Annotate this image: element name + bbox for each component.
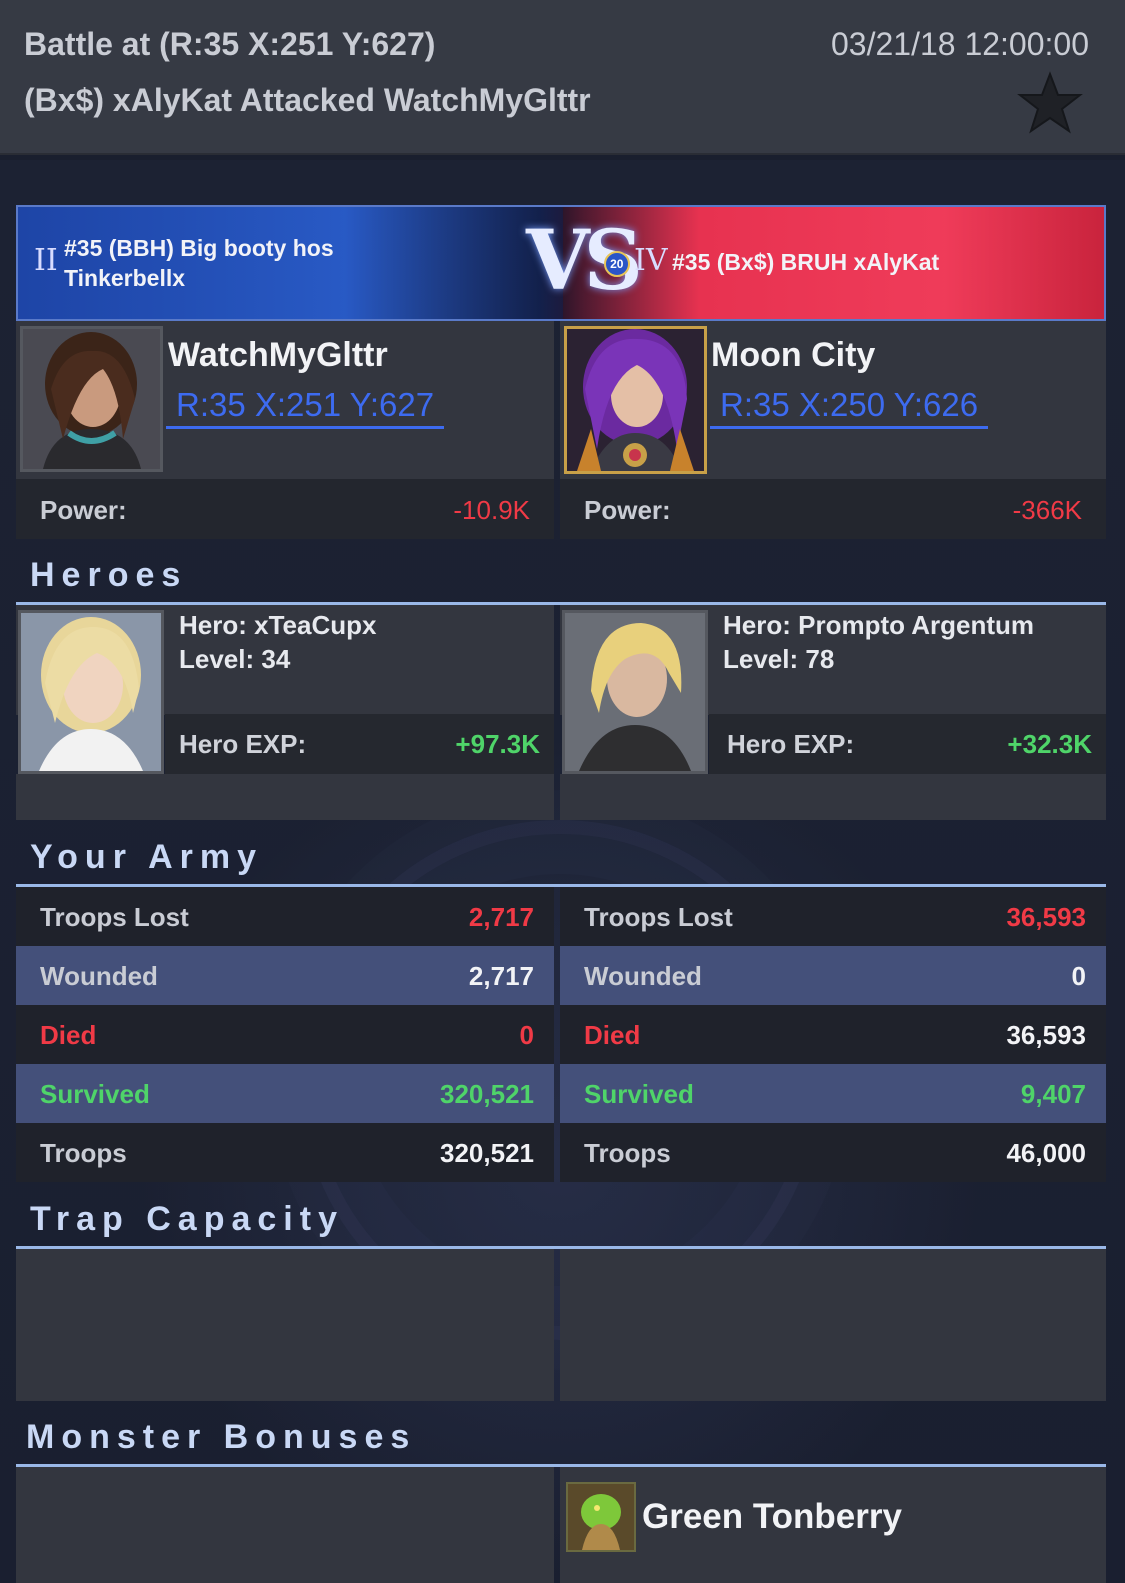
right-hero-exp-row: Hero EXP: +32.3K	[709, 714, 1106, 774]
right-troops-lost-row: Troops Lost 36,593	[560, 887, 1106, 946]
left-troops-lost-row: Troops Lost 2,717	[16, 887, 554, 946]
right-power-value: -366K	[1012, 495, 1082, 525]
left-power-row: Power: -10.9K	[16, 479, 554, 539]
left-hero-info: Hero: xTeaCupx Level: 34	[179, 608, 376, 676]
right-died-row: Died 36,593	[560, 1005, 1106, 1064]
right-troops-lost-value: 36,593	[1006, 902, 1086, 932]
left-survived-label: Survived	[40, 1079, 150, 1109]
left-troops-value: 320,521	[440, 1138, 534, 1168]
right-troops-lost-label: Troops Lost	[584, 902, 733, 932]
left-died-row: Died 0	[16, 1005, 554, 1064]
left-survived-row: Survived 320,521	[16, 1064, 554, 1123]
left-hero-name: Hero: xTeaCupx	[179, 610, 377, 640]
right-survived-row: Survived 9,407	[560, 1064, 1106, 1123]
right-player-avatar[interactable]	[564, 326, 707, 474]
left-trap-panel	[16, 1249, 554, 1401]
right-hero-exp-label: Hero EXP:	[727, 729, 855, 759]
left-survived-value: 320,521	[440, 1079, 534, 1109]
left-player-avatar[interactable]	[20, 326, 163, 472]
vip-badge-number: 20	[610, 256, 624, 271]
left-power-label: Power:	[40, 495, 127, 525]
left-wounded-row: Wounded 2,717	[16, 946, 554, 1005]
left-hero-portrait[interactable]	[18, 610, 164, 774]
green-tonberry-icon[interactable]	[566, 1482, 636, 1552]
left-power-value: -10.9K	[453, 495, 530, 525]
left-hero-exp-row: Hero EXP: +97.3K	[165, 714, 554, 774]
right-guild-info: #35 (Bx$) BRUH xAlyKat	[672, 249, 940, 275]
right-hero-name: Hero: Prompto Argentum	[723, 610, 1035, 640]
right-troops-label: Troops	[584, 1138, 671, 1168]
right-wounded-value: 0	[1071, 961, 1086, 991]
left-guild-line2: Tinkerbellx	[64, 265, 186, 291]
left-hero-level: Level: 34	[179, 644, 291, 674]
left-troops-label: Troops	[40, 1138, 127, 1168]
left-troops-lost-value: 2,717	[468, 902, 534, 932]
right-player-name: Moon City	[711, 336, 876, 374]
left-rank-numeral: II	[34, 243, 58, 278]
left-guild-info: #35 (BBH) Big booty hos Tinkerbellx	[64, 233, 334, 293]
monster-section-title: Monster Bonuses	[26, 1418, 417, 1456]
right-survived-value: 9,407	[1020, 1079, 1086, 1109]
right-trap-panel	[560, 1249, 1106, 1401]
right-died-label: Died	[584, 1020, 641, 1050]
timestamp: 03/21/18 12:00:00	[830, 26, 1089, 62]
battle-location: Battle at (R:35 X:251 Y:627)	[24, 26, 436, 62]
left-died-value: 0	[519, 1020, 534, 1050]
right-troops-value: 46,000	[1006, 1138, 1086, 1168]
right-rank-numeral: IV	[634, 243, 668, 278]
right-troops-row: Troops 46,000	[560, 1123, 1106, 1182]
left-died-label: Died	[40, 1020, 97, 1050]
left-player-coords-link[interactable]: R:35 X:251 Y:627	[166, 386, 445, 429]
battle-summary: (Bx$) xAlyKat Attacked WatchMyGlttr	[24, 82, 591, 118]
right-hero-portrait[interactable]	[562, 610, 708, 774]
star-icon[interactable]	[1017, 70, 1083, 136]
trap-section-title: Trap Capacity	[30, 1200, 344, 1238]
monster-name: Green Tonberry	[642, 1497, 902, 1536]
right-wounded-label: Wounded	[584, 961, 702, 991]
heroes-section-title: Heroes	[30, 556, 188, 594]
left-hero-exp-label: Hero EXP:	[179, 729, 307, 759]
left-guild-line1: #35 (BBH) Big booty hos	[64, 235, 334, 261]
left-wounded-value: 2,717	[468, 961, 534, 991]
right-wounded-row: Wounded 0	[560, 946, 1106, 1005]
right-hero-footer	[560, 774, 1106, 820]
right-power-label: Power:	[584, 495, 671, 525]
left-hero-footer	[16, 774, 554, 820]
right-hero-exp-value: +32.3K	[1007, 729, 1092, 759]
left-troops-row: Troops 320,521	[16, 1123, 554, 1182]
left-player-name: WatchMyGlttr	[168, 336, 388, 374]
right-hero-level: Level: 78	[723, 644, 835, 674]
army-section-title: Your Army	[30, 838, 264, 876]
left-troops-lost-label: Troops Lost	[40, 902, 189, 932]
right-hero-info: Hero: Prompto Argentum Level: 78	[723, 608, 1034, 676]
left-wounded-label: Wounded	[40, 961, 158, 991]
vs-banner: II #35 (BBH) Big booty hos Tinkerbellx V…	[16, 205, 1106, 321]
right-player-coords-link[interactable]: R:35 X:250 Y:626	[710, 386, 989, 429]
left-hero-exp-value: +97.3K	[455, 729, 540, 759]
right-died-value: 36,593	[1006, 1020, 1086, 1050]
right-survived-label: Survived	[584, 1079, 694, 1109]
report-header: Battle at (R:35 X:251 Y:627) (Bx$) xAlyK…	[0, 0, 1125, 155]
right-power-row: Power: -366K	[560, 479, 1106, 539]
left-monster-panel	[16, 1467, 554, 1583]
